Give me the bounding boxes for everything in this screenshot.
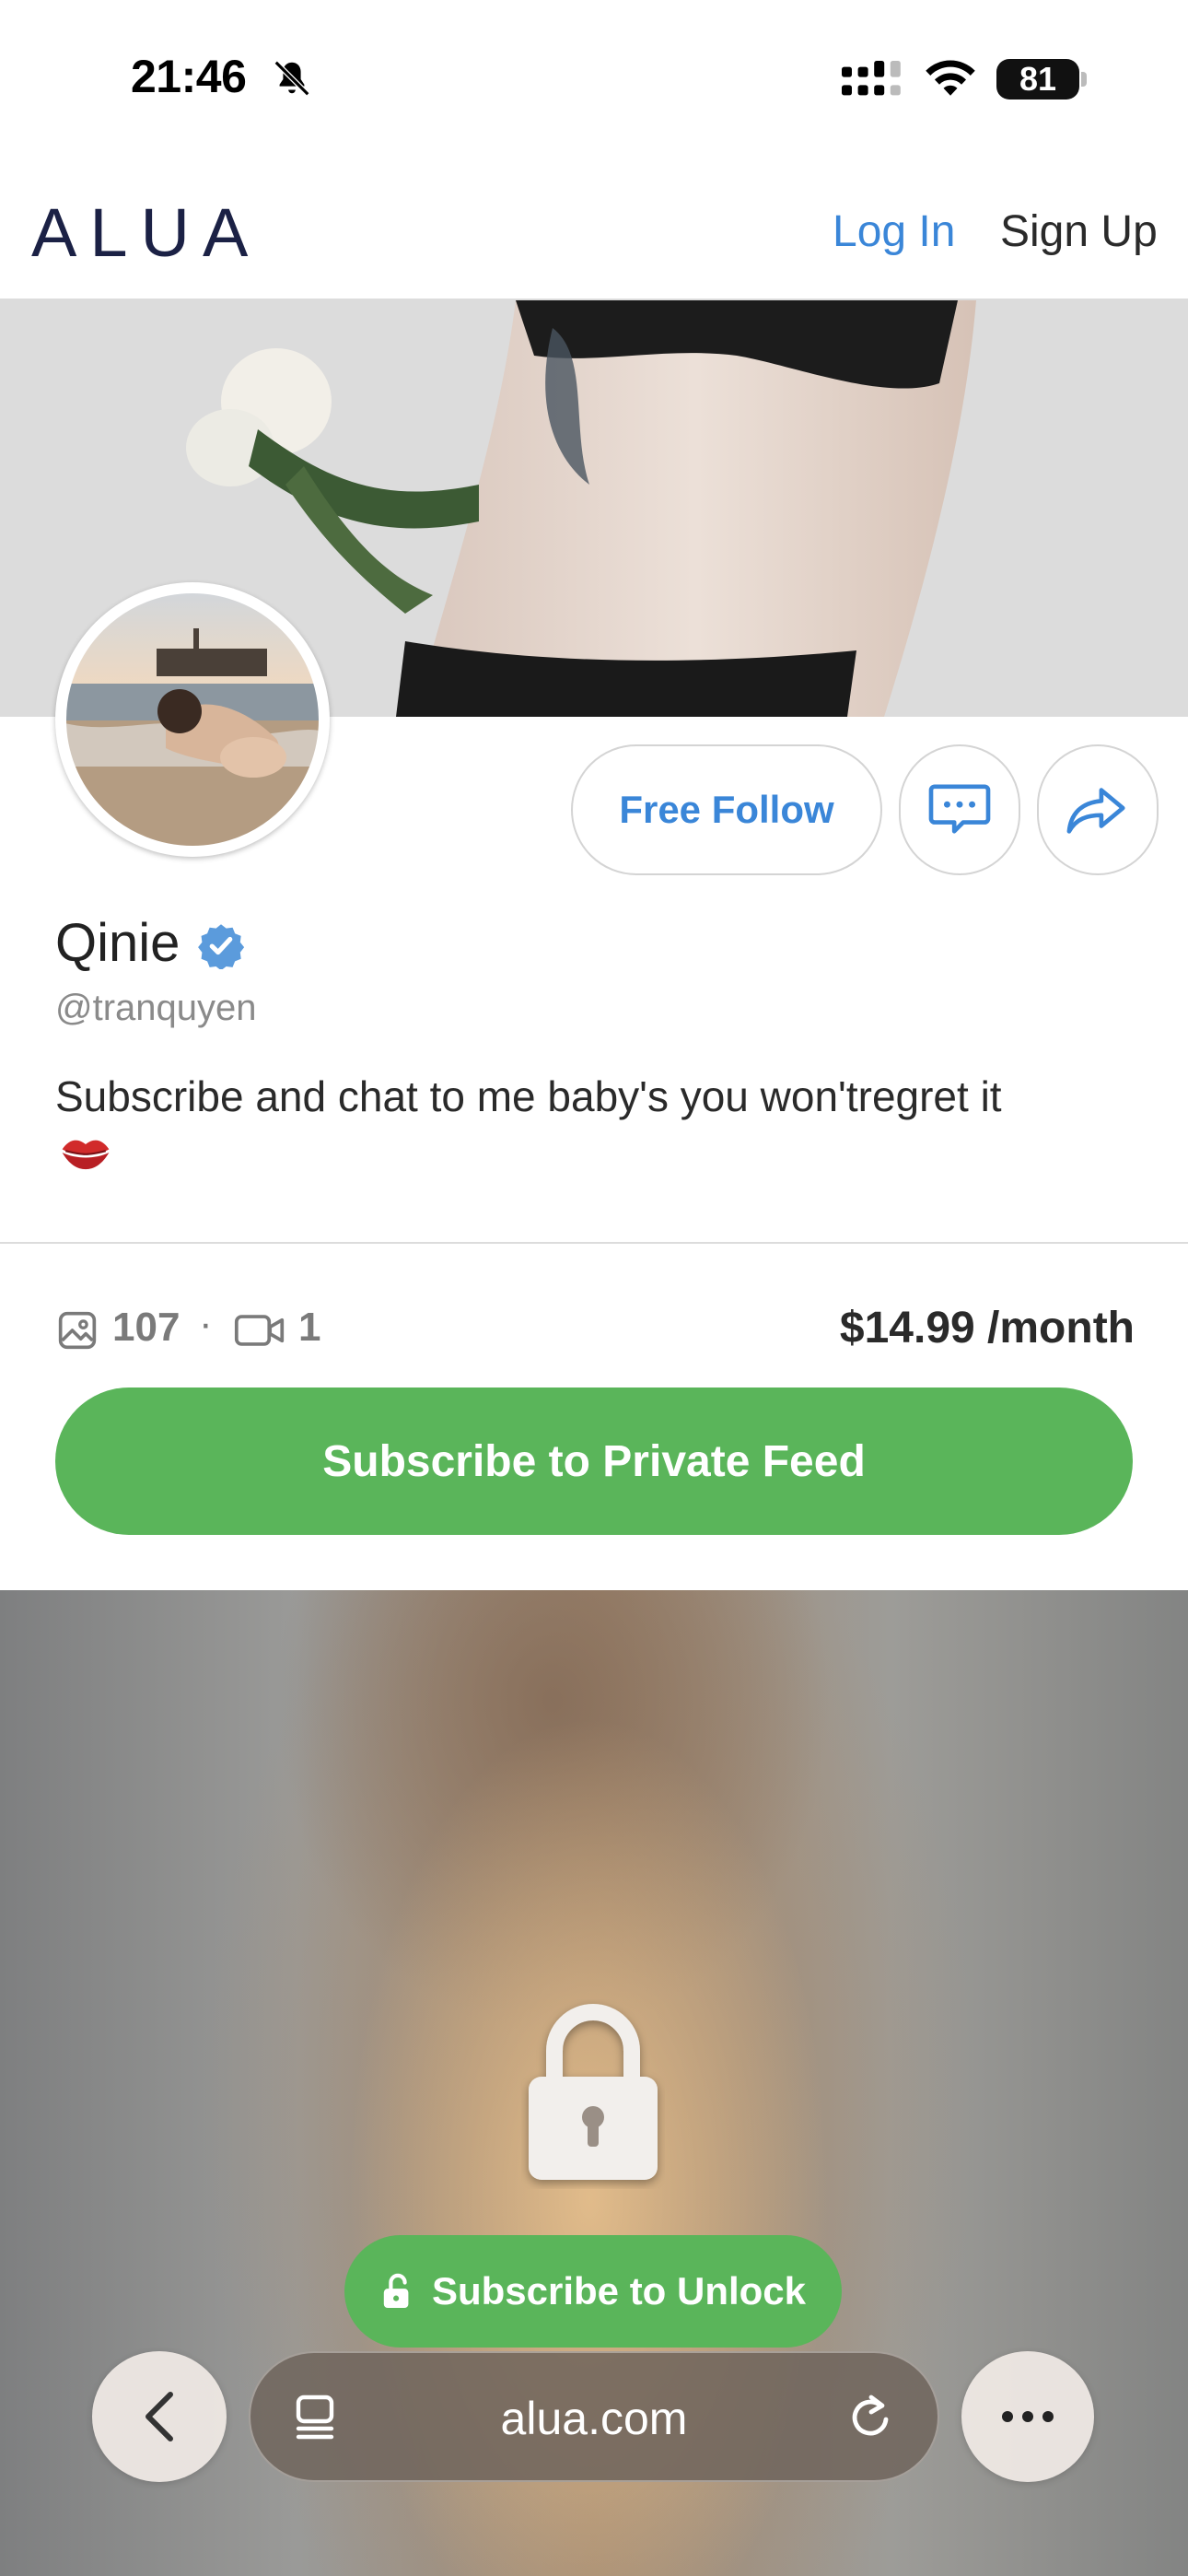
status-time: 21:46 xyxy=(131,51,247,102)
section-divider xyxy=(0,1242,1188,1244)
login-link[interactable]: Log In xyxy=(833,206,955,257)
profile-name: Qinie xyxy=(55,913,181,973)
subscription-price: $14.99 /month xyxy=(839,1304,1135,1352)
avatar-image xyxy=(59,586,326,853)
browser-back-button[interactable] xyxy=(92,2351,227,2482)
share-arrow-icon xyxy=(1066,788,1125,834)
alua-logo[interactable]: ALUA xyxy=(31,193,261,272)
wifi-icon xyxy=(926,60,975,96)
photo-count: 107 xyxy=(112,1305,181,1350)
signup-link[interactable]: Sign Up xyxy=(1000,206,1158,257)
chevron-left-icon xyxy=(146,2392,173,2441)
battery-indicator: 81 xyxy=(996,59,1079,100)
reload-icon[interactable] xyxy=(847,2392,895,2441)
subscribe-private-feed-button[interactable]: Subscribe to Private Feed xyxy=(55,1388,1133,1535)
profile-bio: Subscribe and chat to me baby's you won'… xyxy=(55,1072,1002,1120)
battery-level: 81 xyxy=(1019,60,1057,98)
tabs-icon[interactable] xyxy=(293,2392,337,2441)
unlock-label: Subscribe to Unlock xyxy=(431,2269,807,2313)
chat-bubble-icon xyxy=(928,784,991,834)
profile-avatar[interactable] xyxy=(55,582,330,857)
video-count: 1 xyxy=(298,1305,321,1350)
url-text[interactable]: alua.com xyxy=(433,2392,755,2445)
profile-username: @tranquyen xyxy=(55,988,257,1028)
lock-icon xyxy=(529,2004,658,2180)
stat-separator: · xyxy=(199,1301,213,1346)
ellipsis-icon xyxy=(1002,2411,1054,2422)
photo-icon xyxy=(58,1311,97,1350)
battery-nub xyxy=(1081,72,1087,87)
subscribe-to-unlock-button[interactable]: Subscribe to Unlock xyxy=(344,2235,842,2348)
more-options-button[interactable] xyxy=(961,2351,1094,2482)
bell-muted-icon xyxy=(274,60,310,97)
kiss-lips-icon xyxy=(62,1140,110,1170)
signal-icon xyxy=(842,61,901,96)
verified-badge-icon xyxy=(198,924,245,969)
video-camera-icon xyxy=(234,1315,285,1346)
free-follow-button[interactable]: Free Follow xyxy=(571,744,882,875)
unlock-icon xyxy=(383,2273,409,2309)
share-button[interactable] xyxy=(1037,744,1159,875)
message-button[interactable] xyxy=(899,744,1020,875)
